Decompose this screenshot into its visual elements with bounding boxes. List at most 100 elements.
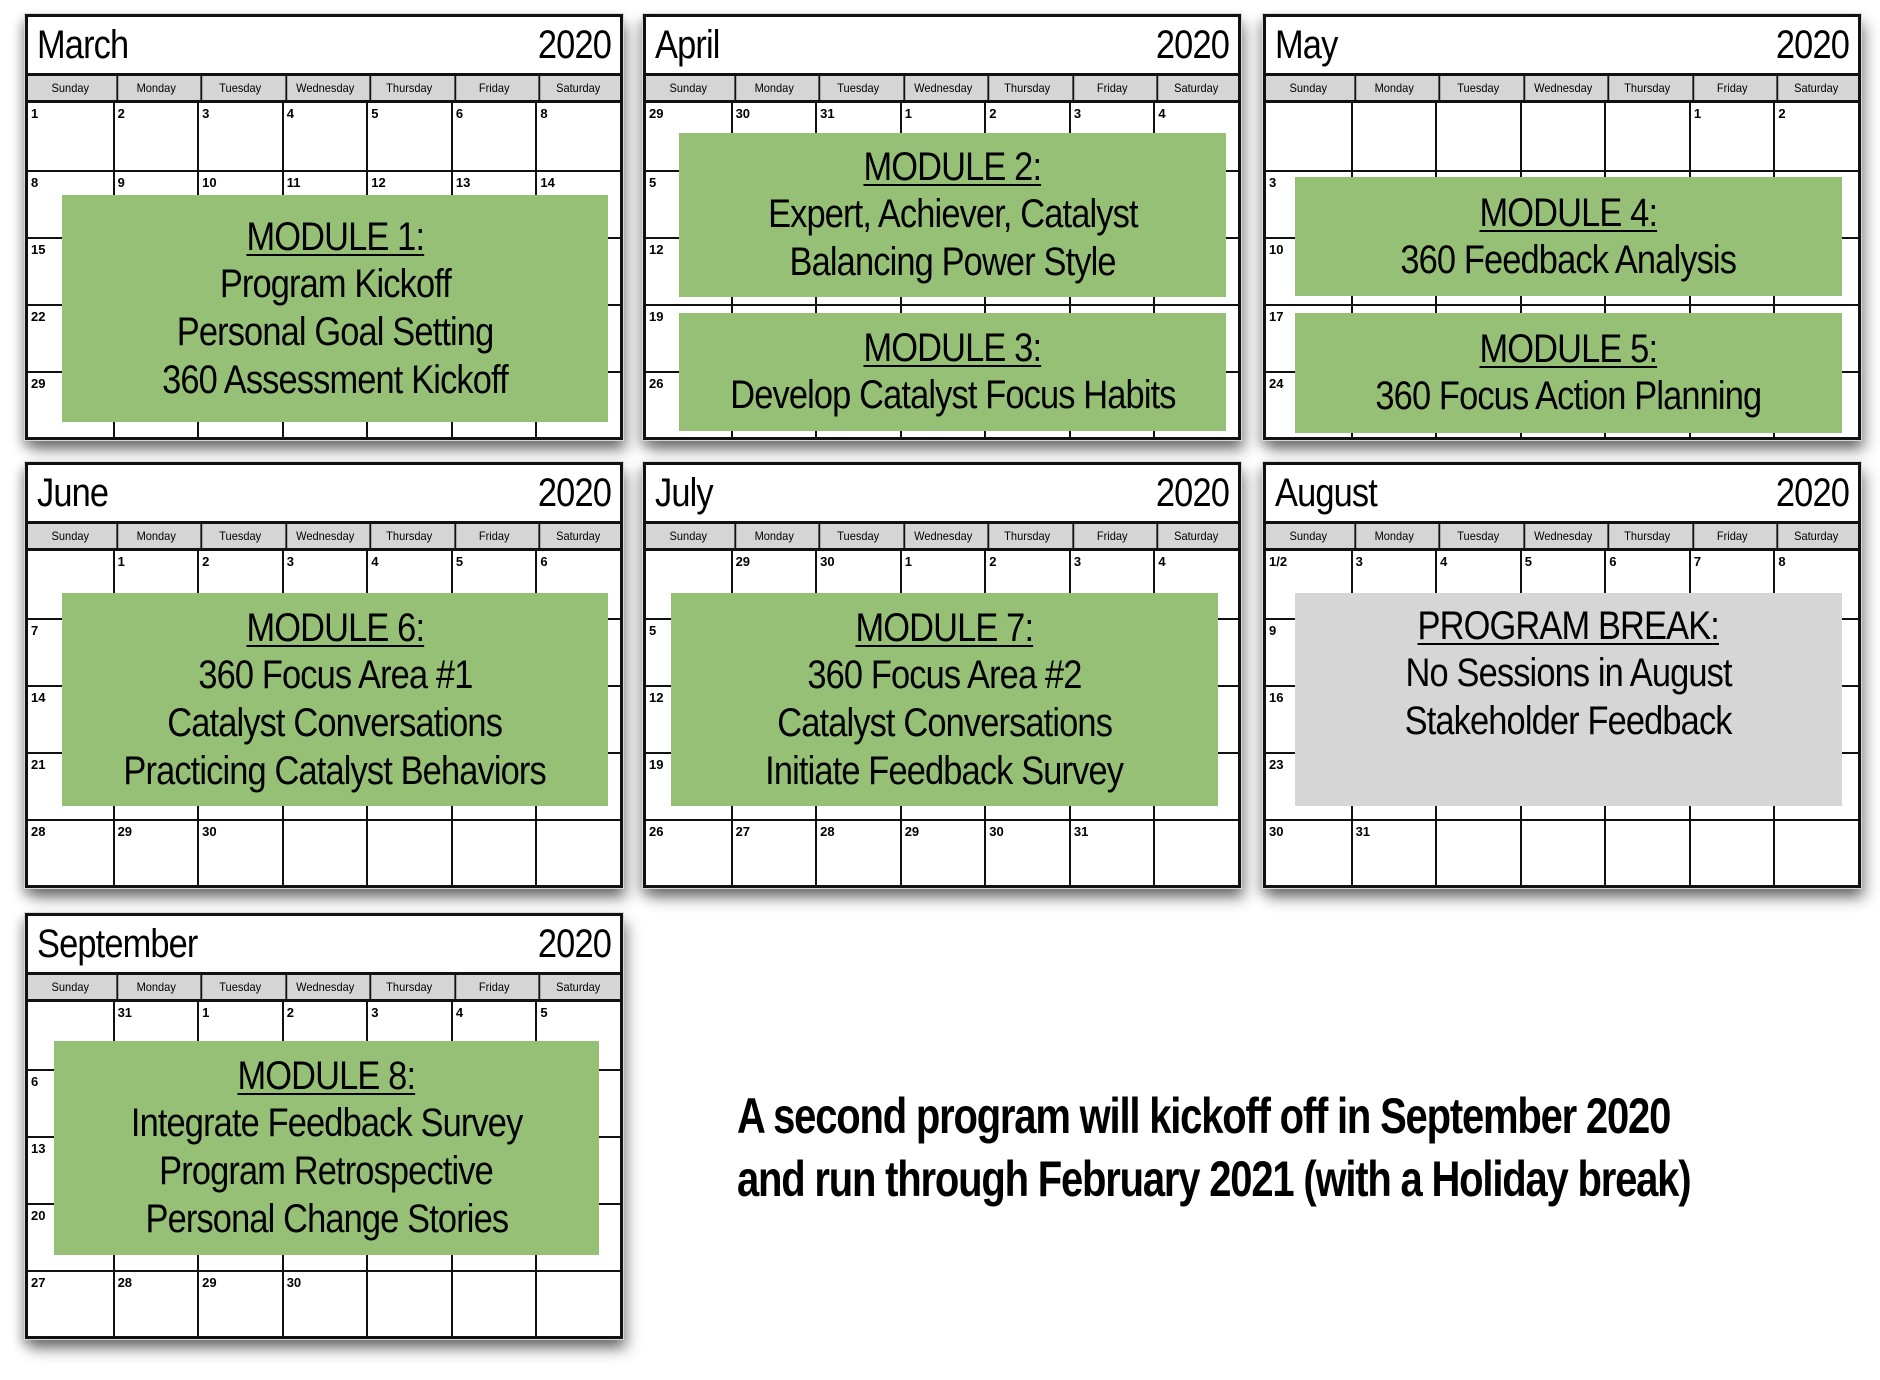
day-cell: 30: [1266, 819, 1351, 886]
weekday-tuesday: Tuesday: [1438, 524, 1517, 548]
weekday-monday: Monday: [1353, 76, 1432, 100]
day-cell: 4: [281, 103, 367, 170]
weekday-thursday: Thursday: [987, 524, 1066, 548]
calendar-title: April 2020: [646, 17, 1238, 76]
weekday-wednesday: Wednesday: [903, 76, 981, 100]
month-label: March: [37, 23, 129, 67]
module-heading: PROGRAM BREAK:: [1417, 604, 1720, 648]
day-cell: 31: [1350, 819, 1436, 886]
weekday-sunday: Sunday: [669, 529, 707, 543]
module-topic: Personal Goal Setting: [176, 309, 494, 354]
module-heading: MODULE 1:: [246, 214, 425, 259]
weekday-thursday: Thursday: [369, 524, 448, 548]
weekday-thursday: Thursday: [369, 975, 448, 999]
calendar-june: June 2020 Sunday Monday Tuesday Wednesday Thur…: [25, 462, 623, 888]
weekday-header: Sunday Monday Tuesday Wednesday Thursday Frid…: [28, 975, 620, 1002]
year-label: 2020: [1155, 23, 1230, 67]
day-cell: [1604, 103, 1689, 170]
module-topic: 360 Focus Action Planning: [1375, 374, 1763, 418]
module-heading: MODULE 8:: [237, 1054, 417, 1098]
program-note-line-2: and run through February 2021 (with a Ho…: [737, 1151, 1692, 1207]
calendar-title: August 2020: [1266, 465, 1858, 524]
weekday-header: Sunday Monday Tuesday Wednesday Thursday Frid…: [28, 76, 620, 103]
day-cell: 27: [28, 1270, 113, 1337]
module-topic: 360 Focus Area #1: [197, 652, 473, 697]
module-box: MODULE 2: Expert, Achiever, Catalyst Balan…: [679, 133, 1226, 297]
module-box: MODULE 3: Develop Catalyst Focus Habits: [679, 313, 1226, 431]
calendar-title: March 2020: [28, 17, 620, 76]
year-label: 2020: [537, 471, 612, 515]
calendar-september: September 2020 Sunday Monday Tuesday Wednesda…: [25, 913, 623, 1339]
weekday-saturday: Saturday: [538, 76, 617, 100]
day-cell: 3: [197, 103, 282, 170]
day-cell: [366, 1270, 451, 1337]
weekday-monday: Monday: [733, 76, 812, 100]
weekday-tuesday: Tuesday: [200, 975, 279, 999]
module-box: MODULE 6: 360 Focus Area #1 Catalyst Conve…: [62, 593, 608, 806]
weekday-header: Sunday Monday Tuesday Wednesday Thursday Frid…: [1266, 76, 1858, 103]
weekday-sunday: Sunday: [1289, 81, 1327, 95]
module-topic: Catalyst Conversations: [777, 700, 1113, 745]
day-cell: 30: [984, 819, 1069, 886]
program-break-box: PROGRAM BREAK: No Sessions in August Stake…: [1295, 593, 1842, 806]
weekday-monday: Monday: [115, 76, 194, 100]
day-cell: 8: [535, 103, 620, 170]
weekday-friday: Friday: [454, 975, 532, 999]
month-label: April: [655, 23, 720, 67]
module-heading: MODULE 3:: [863, 326, 1043, 370]
weekday-monday: Monday: [733, 524, 812, 548]
weekday-friday: Friday: [1692, 76, 1770, 100]
weekday-wednesday: Wednesday: [285, 524, 363, 548]
day-cell: 5: [366, 103, 451, 170]
day-cell: 28: [28, 819, 113, 886]
weekday-wednesday: Wednesday: [1523, 76, 1601, 100]
module-heading: MODULE 2:: [863, 145, 1043, 189]
day-cell: [1519, 103, 1605, 170]
weekday-header: Sunday Monday Tuesday Wednesday Thursday Frid…: [28, 524, 620, 551]
day-cell: [1350, 103, 1436, 170]
calendar-august: August 2020 Sunday Monday Tuesday Wednesday Th…: [1263, 462, 1861, 888]
day-cell: 1: [31, 106, 39, 121]
day-cell: [281, 819, 367, 886]
weekday-monday: Monday: [115, 975, 194, 999]
calendar-may: May 2020 Sunday Monday Tuesday Wednesday Thurs…: [1263, 14, 1861, 440]
module-topic: Initiate Feedback Survey: [765, 748, 1125, 793]
year-label: 2020: [1775, 23, 1850, 67]
month-label: June: [37, 471, 109, 515]
day-cell: [450, 819, 536, 886]
day-cell: 28: [112, 1270, 198, 1337]
day-cell: [1688, 819, 1774, 886]
weekday-friday: Friday: [1072, 524, 1150, 548]
module-box: MODULE 7: 360 Focus Area #2 Catalyst Conve…: [671, 593, 1218, 806]
module-box: MODULE 5: 360 Focus Action Planning: [1295, 313, 1842, 433]
module-box: MODULE 4: 360 Feedback Analysis: [1295, 177, 1842, 296]
day-cell: 29: [197, 1270, 282, 1337]
weekday-friday: Friday: [1692, 524, 1770, 548]
month-label: July: [655, 471, 714, 515]
year-label: 2020: [537, 23, 612, 67]
weekday-thursday: Thursday: [987, 76, 1066, 100]
year-label: 2020: [537, 922, 612, 966]
module-topic: 360 Focus Area #2: [807, 652, 1082, 697]
weekday-sunday: Sunday: [51, 81, 89, 95]
weekday-friday: Friday: [1072, 76, 1150, 100]
day-cell: [366, 819, 451, 886]
day-cell: 26: [646, 819, 731, 886]
module-topic: No Sessions in August: [1405, 651, 1732, 695]
weekday-monday: Monday: [1353, 524, 1432, 548]
weekday-tuesday: Tuesday: [200, 524, 279, 548]
module-topic: Personal Change Stories: [145, 1197, 509, 1241]
module-box: MODULE 8: Integrate Feedback Survey Progra…: [54, 1041, 599, 1255]
day-cell: [1153, 819, 1238, 886]
weekday-thursday: Thursday: [1607, 524, 1686, 548]
day-cell: 30: [197, 819, 282, 886]
weekday-tuesday: Tuesday: [1438, 76, 1517, 100]
module-topic: 360 Feedback Analysis: [1400, 237, 1738, 282]
day-cell: 2: [1773, 103, 1858, 170]
module-heading: MODULE 5:: [1479, 327, 1659, 371]
module-topic: Catalyst Conversations: [167, 700, 504, 745]
weekday-sunday: Sunday: [51, 529, 89, 543]
day-cell: [450, 1270, 536, 1337]
weekday-wednesday: Wednesday: [285, 975, 363, 999]
day-cell: 30: [281, 1270, 367, 1337]
